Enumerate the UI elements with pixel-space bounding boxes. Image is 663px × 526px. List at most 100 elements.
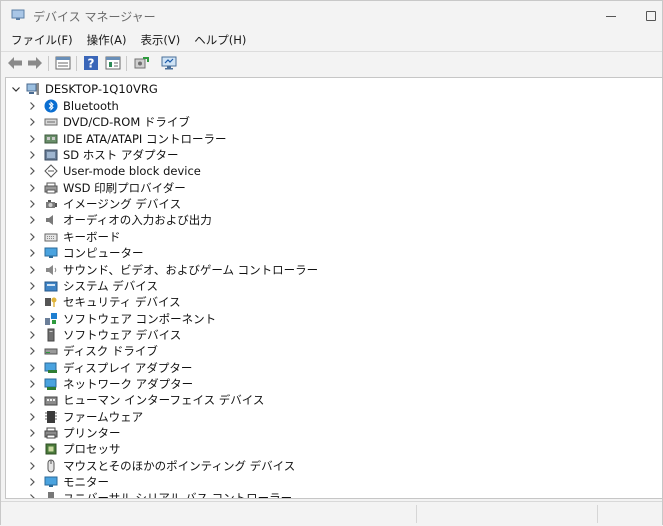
chevron-right-icon[interactable] — [26, 492, 38, 498]
menu-help[interactable]: ヘルプ(H) — [194, 32, 246, 48]
printer-icon — [44, 181, 58, 195]
chevron-right-icon[interactable] — [26, 133, 38, 145]
menu-file[interactable]: ファイル(F) — [11, 32, 73, 48]
tree-item-system-folder[interactable]: システム デバイス — [6, 278, 662, 294]
forward-button[interactable] — [27, 55, 43, 71]
tree-item-printer-device[interactable]: プリンター — [6, 425, 662, 441]
chevron-right-icon[interactable] — [26, 280, 38, 292]
software-device-icon — [44, 328, 58, 342]
tree-item-usb[interactable]: ユニバーサル シリアル バス コントローラー — [6, 490, 662, 499]
tree-item-monitor[interactable]: モニター — [6, 474, 662, 490]
chevron-right-icon[interactable] — [26, 411, 38, 423]
update-driver-button[interactable] — [133, 55, 149, 71]
view-button[interactable] — [105, 55, 121, 71]
tree-item-software-device[interactable]: ソフトウェア デバイス — [6, 327, 662, 343]
mouse-icon — [44, 459, 58, 473]
tree-item-label: Bluetooth — [63, 99, 119, 113]
forward-arrow-icon — [28, 57, 42, 69]
computer-monitor-icon — [44, 246, 58, 260]
hid-icon — [44, 393, 58, 407]
chevron-right-icon[interactable] — [26, 264, 38, 276]
chevron-right-icon[interactable] — [26, 345, 38, 357]
tree-item-network-adapter[interactable]: ネットワーク アダプター — [6, 376, 662, 392]
device-manager-app-icon — [11, 9, 25, 20]
toolbar-separator — [126, 56, 127, 71]
chevron-right-icon[interactable] — [26, 231, 38, 243]
tree-item-software-component[interactable]: ソフトウェア コンポーネント — [6, 311, 662, 327]
processor-icon — [44, 442, 58, 456]
sd-host-icon — [44, 148, 58, 162]
chevron-right-icon[interactable] — [26, 443, 38, 455]
tree-item-disk-drive[interactable]: ディスク ドライブ — [6, 343, 662, 359]
chevron-right-icon[interactable] — [26, 296, 38, 308]
tree-item-camera[interactable]: イメージング デバイス — [6, 196, 662, 212]
usb-icon — [44, 491, 58, 498]
tree-item-printer[interactable]: WSD 印刷プロバイダー — [6, 180, 662, 196]
printer-device-icon — [44, 426, 58, 440]
toolbar-separator — [48, 56, 49, 71]
tree-item-block-device[interactable]: User-mode block device — [6, 163, 662, 179]
tree-item-firmware[interactable]: ファームウェア — [6, 409, 662, 425]
tree-item-mouse[interactable]: マウスとそのほかのポインティング デバイス — [6, 458, 662, 474]
menu-action[interactable]: 操作(A) — [87, 32, 127, 48]
chevron-right-icon[interactable] — [26, 116, 38, 128]
tree-item-dvd-drive[interactable]: DVD/CD-ROM ドライブ — [6, 114, 662, 130]
menu-view[interactable]: 表示(V) — [140, 32, 180, 48]
tree-item-bluetooth[interactable]: Bluetooth — [6, 98, 662, 114]
tree-item-security-key[interactable]: セキュリティ デバイス — [6, 294, 662, 310]
chevron-right-icon[interactable] — [26, 329, 38, 341]
minimize-button[interactable] — [601, 7, 621, 25]
back-button[interactable] — [7, 55, 23, 71]
chevron-right-icon[interactable] — [26, 313, 38, 325]
tree-item-label: ソフトウェア コンポーネント — [63, 311, 217, 326]
tree-item-label: マウスとそのほかのポインティング デバイス — [63, 458, 296, 473]
chevron-right-icon[interactable] — [26, 362, 38, 374]
tree-item-label: SD ホスト アダプター — [63, 148, 179, 163]
tree-item-label: ユニバーサル シリアル バス コントローラー — [63, 491, 293, 499]
chevron-right-icon[interactable] — [26, 394, 38, 406]
tree-root-label: DESKTOP-1Q10VRG — [45, 82, 158, 96]
maximize-button[interactable] — [641, 7, 661, 25]
tree-item-processor[interactable]: プロセッサ — [6, 441, 662, 457]
tree-item-label: ヒューマン インターフェイス デバイス — [63, 393, 265, 408]
help-button[interactable]: ? — [83, 55, 99, 71]
tree-item-sound[interactable]: サウンド、ビデオ、およびゲーム コントローラー — [6, 262, 662, 278]
properties-icon — [55, 56, 71, 70]
display-adapter-icon — [44, 361, 58, 375]
chevron-right-icon[interactable] — [26, 165, 38, 177]
tree-item-label: プリンター — [63, 426, 121, 440]
device-tree[interactable]: DESKTOP-1Q10VRG Bluetooth DVD/CD-ROM ドライブ… — [5, 77, 663, 499]
tree-item-label: ソフトウェア デバイス — [63, 327, 182, 342]
firmware-icon — [44, 410, 58, 424]
chevron-right-icon[interactable] — [26, 149, 38, 161]
tree-item-computer-monitor[interactable]: コンピューター — [6, 245, 662, 261]
chevron-right-icon[interactable] — [26, 378, 38, 390]
tree-item-sd-host[interactable]: SD ホスト アダプター — [6, 147, 662, 163]
chevron-right-icon[interactable] — [26, 182, 38, 194]
tree-item-hid[interactable]: ヒューマン インターフェイス デバイス — [6, 392, 662, 408]
device-manager-window: デバイス マネージャー ファイル(F) 操作(A) 表示(V) ヘルプ(H) ?… — [0, 0, 663, 526]
back-arrow-icon — [8, 57, 22, 69]
chevron-right-icon[interactable] — [26, 460, 38, 472]
monitor-icon — [44, 475, 58, 489]
tree-root-row[interactable]: DESKTOP-1Q10VRG — [6, 81, 662, 97]
tree-item-display-adapter[interactable]: ディスプレイ アダプター — [6, 360, 662, 376]
chevron-down-icon[interactable] — [10, 83, 22, 95]
properties-button[interactable] — [55, 55, 71, 71]
svg-text:?: ? — [88, 57, 95, 71]
system-folder-icon — [44, 279, 58, 293]
tree-item-label: ファームウェア — [63, 409, 144, 424]
chevron-right-icon[interactable] — [26, 198, 38, 210]
block-device-icon — [44, 164, 58, 179]
tree-item-speaker[interactable]: オーディオの入力および出力 — [6, 212, 662, 228]
bluetooth-icon — [44, 99, 58, 113]
chevron-right-icon[interactable] — [26, 214, 38, 226]
ide-controller-icon — [44, 132, 58, 146]
tree-item-ide-controller[interactable]: IDE ATA/ATAPI コントローラー — [6, 131, 662, 147]
chevron-right-icon[interactable] — [26, 100, 38, 112]
scan-hardware-button[interactable] — [161, 55, 177, 71]
chevron-right-icon[interactable] — [26, 247, 38, 259]
chevron-right-icon[interactable] — [26, 476, 38, 488]
tree-item-keyboard[interactable]: キーボード — [6, 229, 662, 245]
chevron-right-icon[interactable] — [26, 427, 38, 439]
